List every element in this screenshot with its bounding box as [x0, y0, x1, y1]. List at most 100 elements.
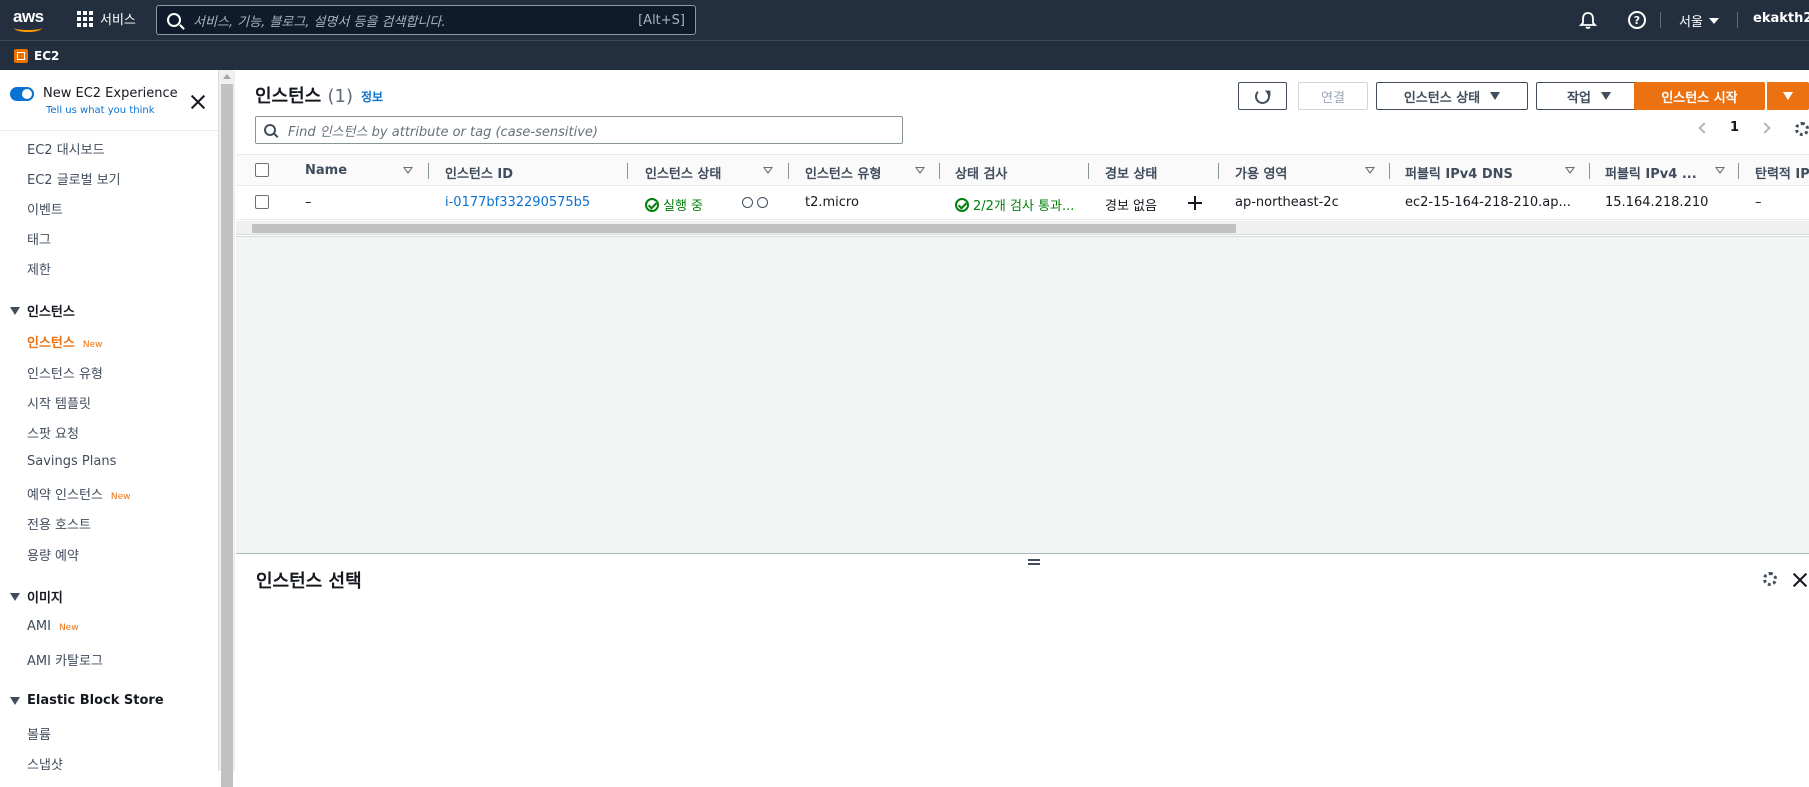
select-all-checkbox[interactable]: [255, 163, 269, 177]
column-resizer[interactable]: [788, 163, 789, 179]
new-badge: New: [82, 340, 103, 350]
sidebar-item-instances[interactable]: 인스턴스 New: [27, 332, 102, 351]
sidebar-item-ami-catalog[interactable]: AMI 카탈로그: [27, 650, 103, 669]
sort-icon[interactable]: [403, 167, 413, 174]
actions-button[interactable]: 작업: [1536, 82, 1642, 110]
aws-logo[interactable]: aws: [13, 7, 47, 33]
search-icon: [264, 124, 276, 136]
nav-separator: [1737, 12, 1738, 28]
column-header-name[interactable]: Name: [305, 163, 347, 178]
launch-dropdown-button[interactable]: [1766, 82, 1809, 110]
new-experience-banner: New EC2 Experience Tell us what you thin…: [10, 85, 205, 125]
sidebar-group-instances[interactable]: 인스턴스: [10, 301, 75, 320]
refresh-button[interactable]: [1238, 82, 1287, 110]
sort-icon[interactable]: [1565, 167, 1575, 174]
instance-id-link[interactable]: i-0177bf332290575b5: [445, 195, 590, 210]
column-header-alarm-status[interactable]: 경보 상태: [1105, 163, 1157, 182]
page-number[interactable]: 1: [1730, 120, 1739, 135]
chevron-right-icon[interactable]: [1759, 121, 1771, 134]
sidebar-item-tags[interactable]: 태그: [27, 229, 51, 248]
search-icon: [167, 13, 181, 27]
new-experience-toggle[interactable]: [10, 87, 34, 101]
main-content: 인스턴스 (1) 정보 연결 인스턴스 상태 작업 인스턴스 시작 Find 인…: [236, 70, 1809, 771]
column-header-elastic-ip[interactable]: 탄력적 IP: [1755, 163, 1809, 182]
new-badge: New: [58, 623, 79, 633]
cell-instance-state: 실행 중: [645, 195, 703, 214]
sidebar-item-launch-templates[interactable]: 시작 템플릿: [27, 393, 91, 412]
sidebar-scrollbar[interactable]: [219, 70, 235, 787]
column-header-instance-type[interactable]: 인스턴스 유형: [805, 163, 881, 182]
sort-icon[interactable]: [1365, 167, 1375, 174]
sidebar-item-global-view[interactable]: EC2 글로벌 보기: [27, 169, 121, 188]
cell-elastic-ip: –: [1755, 195, 1762, 210]
sidebar-item-spot-requests[interactable]: 스팟 요청: [27, 423, 79, 442]
column-resizer[interactable]: [1218, 163, 1219, 179]
gear-icon[interactable]: [1795, 122, 1809, 136]
info-link[interactable]: 정보: [361, 88, 383, 105]
check-circle-icon: [645, 198, 659, 212]
sidebar-item-capacity-reservations[interactable]: 용량 예약: [27, 545, 79, 564]
connect-button[interactable]: 연결: [1298, 82, 1368, 110]
caret-down-icon: [10, 592, 20, 601]
instance-filter-input[interactable]: Find 인스턴스 by attribute or tag (case-sens…: [255, 116, 903, 144]
sidebar-item-events[interactable]: 이벤트: [27, 199, 63, 218]
column-header-availability-zone[interactable]: 가용 영역: [1235, 163, 1287, 182]
gear-icon[interactable]: [1763, 572, 1777, 586]
column-resizer[interactable]: [428, 163, 429, 179]
column-resizer[interactable]: [1389, 163, 1390, 179]
sidebar-item-ami[interactable]: AMI New: [27, 619, 79, 634]
column-resizer[interactable]: [1589, 163, 1590, 179]
instance-state-button[interactable]: 인스턴스 상태: [1376, 82, 1528, 110]
column-header-public-ipv4[interactable]: 퍼블릭 IPv4 ...: [1605, 163, 1697, 182]
region-selector[interactable]: 서울: [1679, 11, 1719, 30]
sidebar-item-volumes[interactable]: 볼륨: [27, 724, 51, 743]
row-checkbox[interactable]: [255, 195, 269, 209]
scroll-thumb[interactable]: [252, 224, 1236, 233]
column-resizer[interactable]: [939, 163, 940, 179]
scroll-up-icon[interactable]: [223, 74, 231, 79]
zoom-in-icon[interactable]: [742, 197, 753, 208]
global-search-input[interactable]: 서비스, 기능, 블로그, 설명서 등을 검색합니다. [Alt+S]: [156, 5, 696, 35]
column-resizer[interactable]: [627, 163, 628, 179]
sort-icon[interactable]: [915, 167, 925, 174]
sidebar-item-dashboard[interactable]: EC2 대시보드: [27, 139, 105, 158]
table-horizontal-scrollbar[interactable]: [236, 221, 1809, 235]
drag-handle-icon[interactable]: [1028, 559, 1040, 565]
column-resizer[interactable]: [1088, 163, 1089, 179]
sidebar-item-reserved-instances[interactable]: 예약 인스턴스 New: [27, 484, 131, 503]
column-resizer[interactable]: [1738, 163, 1739, 179]
detail-panel-title: 인스턴스 선택: [256, 571, 362, 592]
chevron-left-icon[interactable]: [1698, 121, 1710, 134]
sidebar-item-limits[interactable]: 제한: [27, 259, 51, 278]
sort-icon[interactable]: [1715, 167, 1725, 174]
cell-availability-zone: ap-northeast-2c: [1235, 195, 1339, 210]
scroll-thumb[interactable]: [221, 84, 233, 787]
column-header-instance-state[interactable]: 인스턴스 상태: [645, 163, 721, 182]
service-name[interactable]: EC2: [34, 49, 59, 63]
close-icon[interactable]: [1792, 572, 1808, 588]
feedback-link[interactable]: Tell us what you think: [46, 105, 155, 116]
sidebar-item-instance-types[interactable]: 인스턴스 유형: [27, 363, 103, 382]
sidebar-item-snapshots[interactable]: 스냅샷: [27, 754, 63, 771]
sidebar-item-savings-plans[interactable]: Savings Plans: [27, 454, 116, 469]
zoom-out-icon[interactable]: [757, 197, 768, 208]
help-icon[interactable]: ?: [1628, 11, 1646, 29]
caret-down-icon: [10, 696, 20, 705]
cell-status-check[interactable]: 2/2개 검사 통과...: [955, 195, 1074, 214]
account-menu[interactable]: ekakth245: [1753, 11, 1809, 26]
sort-icon[interactable]: [763, 167, 773, 174]
sidebar-group-ebs[interactable]: Elastic Block Store: [10, 693, 164, 708]
bell-icon[interactable]: [1578, 10, 1598, 30]
launch-instances-button[interactable]: 인스턴스 시작: [1634, 82, 1765, 110]
services-menu-button[interactable]: 서비스: [77, 9, 136, 28]
table-row[interactable]: – i-0177bf332290575b5 실행 중 t2.micro 2/2개…: [236, 186, 1809, 220]
close-icon[interactable]: [190, 94, 206, 110]
column-header-instance-id[interactable]: 인스턴스 ID: [445, 163, 513, 182]
column-header-public-dns[interactable]: 퍼블릭 IPv4 DNS: [1405, 163, 1513, 182]
sidebar-item-dedicated-hosts[interactable]: 전용 호스트: [27, 514, 91, 533]
new-badge: New: [110, 492, 131, 502]
plus-icon[interactable]: [1188, 196, 1202, 210]
column-header-status-check[interactable]: 상태 검사: [955, 163, 1007, 182]
split-divider: [236, 553, 1809, 554]
sidebar-group-images[interactable]: 이미지: [10, 587, 63, 606]
